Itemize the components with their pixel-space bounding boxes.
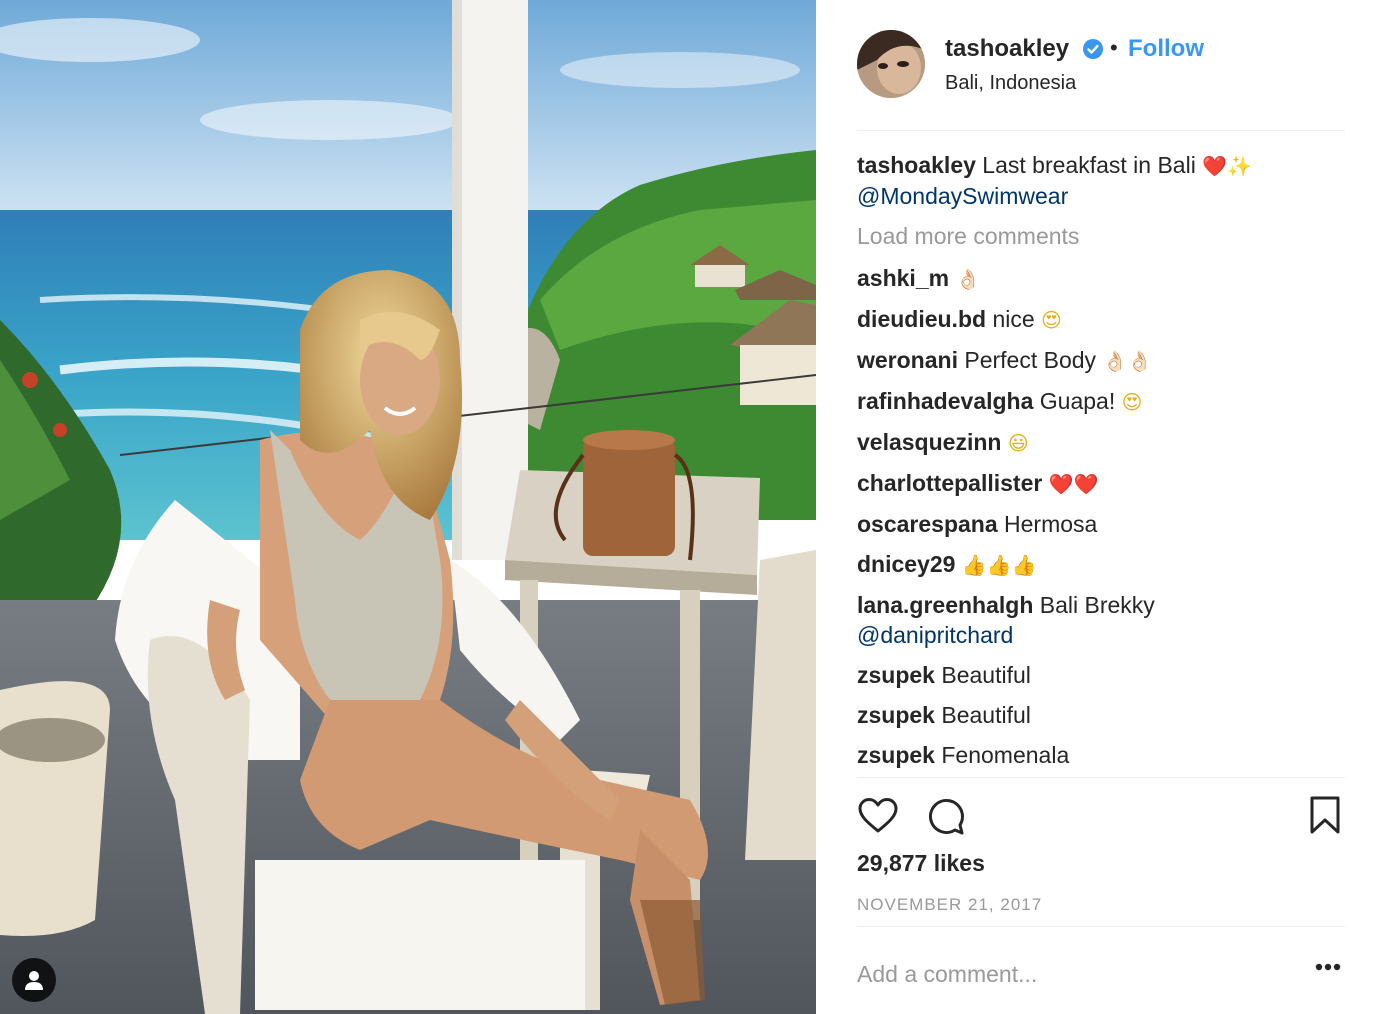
comment-text: Bali Brekky [1039,592,1155,618]
comment-bubble-icon[interactable] [925,795,967,837]
header-divider [857,130,1345,131]
bookmark-icon[interactable] [1309,795,1341,835]
comment-username[interactable]: dnicey29 [857,551,955,577]
post-header: tashoakley • Follow Bali, Indonesia [857,30,1345,100]
comment-item: dnicey29 👍👍👍 [857,549,1345,580]
likes-count[interactable]: 29,877 likes [857,850,985,877]
post-author-username[interactable]: tashoakley [945,35,1069,63]
comment-emoji: 👍👍👍 [961,553,1037,577]
instagram-post: tashoakley • Follow Bali, Indonesia tash… [0,0,1380,1014]
comment-mention[interactable]: @danipritchard [857,622,1013,648]
comment-item: ashki_m 👌🏻 [857,263,1345,294]
comment-text: Hermosa [1004,511,1098,537]
comment-item: dieudieu.bd nice 😍 [857,304,1345,335]
comment-emoji: 😃 [1007,431,1029,455]
post-date[interactable]: NOVEMBER 21, 2017 [857,895,1042,915]
comment-username[interactable]: weronani [857,347,958,373]
post-photo[interactable] [0,0,816,1014]
comment-item: rafinhadevalgha Guapa! 😍 [857,386,1345,417]
comment-username[interactable]: ashki_m [857,265,949,291]
comment-username[interactable]: lana.greenhalgh [857,592,1033,618]
comment-item: lana.greenhalgh Bali Brekky @danipritcha… [857,590,1345,650]
comment-item: velasquezinn 😃 [857,427,1345,458]
comment-text: Beautiful [941,702,1031,728]
comment-text: Beautiful [941,662,1031,688]
comment-username[interactable]: zsupek [857,702,935,728]
comment-text: Guapa! [1039,388,1116,414]
comment-username[interactable]: zsupek [857,662,935,688]
comment-item: zsupek Fenomenala [857,740,1345,770]
comment-item: charlottepallister ❤️❤️ [857,468,1345,499]
comment-text: Perfect Body [964,347,1097,373]
footer-divider [857,926,1345,927]
post-image [0,0,816,1014]
comment-item: zsupek Beautiful [857,700,1345,730]
comment-emoji: 👌🏻👌🏻 [1102,349,1153,373]
comment-text: Fenomenala [941,742,1070,768]
tagged-users-button[interactable] [12,958,56,1002]
separator-dot: • [1110,35,1118,60]
comments-divider [857,777,1345,778]
add-comment-input[interactable] [857,952,1297,996]
comment-username[interactable]: charlottepallister [857,470,1042,496]
comment-emoji: 👌🏻 [955,267,981,291]
comment-item: zsupek Beautiful [857,660,1345,690]
comment-item: oscarespana Hermosa [857,509,1345,539]
follow-button[interactable]: Follow [1128,35,1204,63]
heart-icon[interactable] [857,795,899,837]
comment-emoji: 😍 [1121,390,1143,414]
comment-username[interactable]: zsupek [857,742,935,768]
comment-username[interactable]: velasquezinn [857,429,1001,455]
avatar-image [857,30,925,98]
comment-emoji: 😍 [1041,308,1062,332]
caption-username[interactable]: tashoakley [857,152,976,178]
comment-username[interactable]: dieudieu.bd [857,306,986,332]
caption-emoji: ❤️✨ [1202,154,1253,178]
comment-text: nice [992,306,1035,332]
post-caption: tashoakley Last breakfast in Bali ❤️✨ @M… [857,150,1345,211]
more-options-icon[interactable] [1315,963,1341,971]
comment-username[interactable]: oscarespana [857,511,998,537]
load-more-comments-button[interactable]: Load more comments [857,221,1345,251]
caption-mention[interactable]: @MondaySwimwear [857,183,1068,209]
caption-text: Last breakfast in Bali [982,152,1196,178]
comment-username[interactable]: rafinhadevalgha [857,388,1033,414]
comment-item: weronani Perfect Body 👌🏻👌🏻 [857,345,1345,376]
verified-badge-icon [1083,39,1103,59]
post-actions [857,795,1345,843]
post-location[interactable]: Bali, Indonesia [945,72,1076,95]
comments-list: tashoakley Last breakfast in Bali ❤️✨ @M… [857,150,1345,780]
comment-emoji: ❤️❤️ [1048,472,1099,496]
avatar[interactable] [857,30,925,98]
user-tag-icon [25,971,43,990]
post-side-panel: tashoakley • Follow Bali, Indonesia tash… [857,0,1345,1014]
